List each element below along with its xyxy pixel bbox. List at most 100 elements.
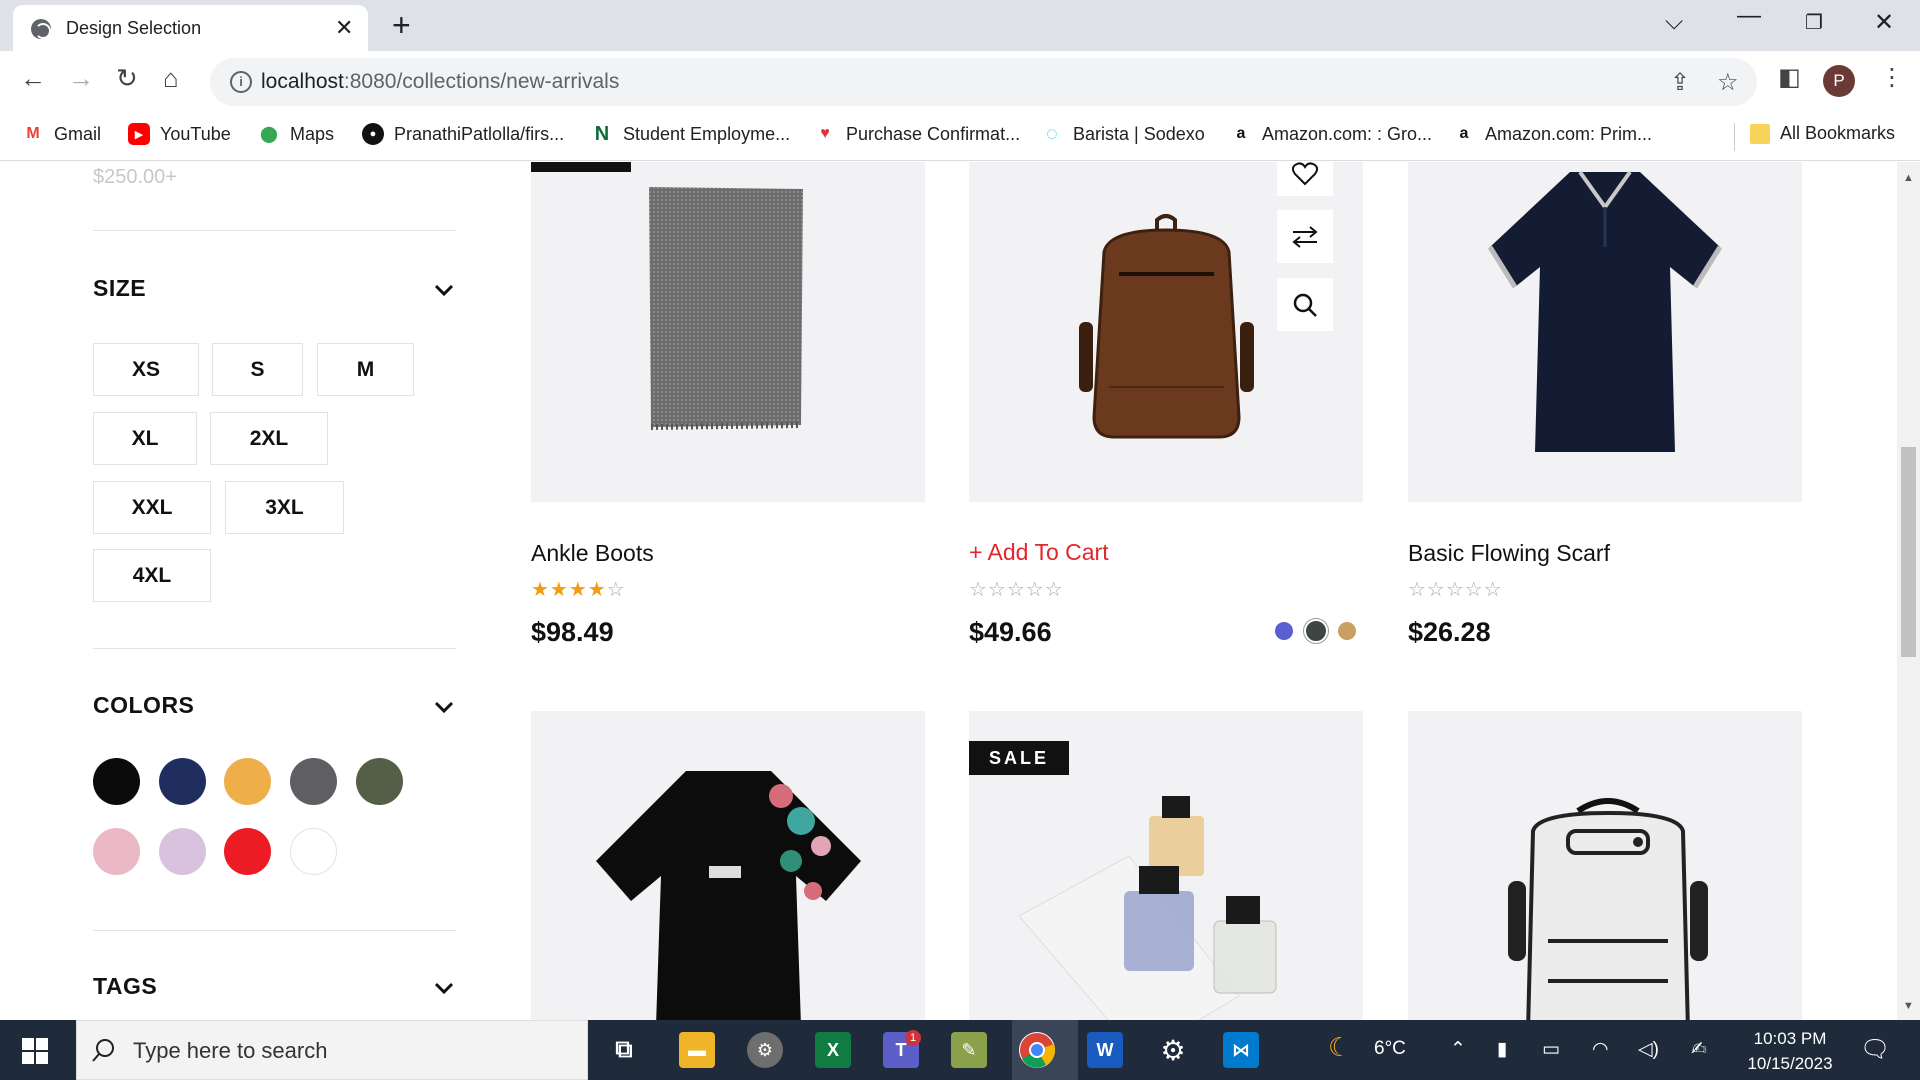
colors-filter-heading[interactable]: COLORS — [93, 692, 194, 719]
wifi-icon[interactable]: ◠ — [1592, 1038, 1609, 1061]
microphone-icon[interactable]: ▮ — [1497, 1038, 1507, 1061]
product-card[interactable]: SALE — [969, 711, 1363, 1020]
scroll-up-icon[interactable]: ▲ — [1903, 172, 1914, 184]
taskbar-search-placeholder[interactable]: Type here to search — [133, 1038, 327, 1064]
word-icon[interactable]: W — [1087, 1032, 1123, 1068]
product-image[interactable] — [1408, 711, 1802, 1020]
color-swatch-mustard[interactable] — [224, 758, 271, 805]
volume-icon[interactable]: ◁) — [1638, 1038, 1659, 1061]
side-panel-icon[interactable]: ◧ — [1778, 63, 1801, 92]
product-name[interactable]: Basic Flowing Scarf — [1408, 540, 1610, 567]
pen-icon[interactable]: ✍ — [1691, 1038, 1707, 1061]
size-xxl[interactable]: XXL — [93, 481, 211, 534]
size-2xl[interactable]: 2XL — [210, 412, 328, 465]
site-info-icon[interactable]: i — [230, 71, 252, 93]
settings-icon[interactable]: ⚙ — [1155, 1032, 1191, 1068]
minimize-icon[interactable]: — — [1737, 2, 1761, 30]
size-4xl[interactable]: 4XL — [93, 549, 211, 602]
product-card[interactable]: Basic Flowing Scarf ☆☆☆☆☆ $26.28 — [1408, 162, 1802, 682]
bookmark-barista-sodexo[interactable]: ◌ Barista | Sodexo — [1041, 123, 1205, 145]
size-xs[interactable]: XS — [93, 343, 199, 396]
scrollbar-thumb[interactable] — [1901, 447, 1916, 657]
chevron-down-icon[interactable] — [433, 977, 455, 999]
wishlist-heart-button[interactable] — [1277, 162, 1333, 196]
color-swatch-red[interactable] — [224, 828, 271, 875]
forward-icon[interactable]: → — [68, 63, 94, 94]
tab-search-chevron-icon[interactable]: ⌵ — [1665, 8, 1683, 36]
bookmark-student-employment[interactable]: N Student Employme... — [591, 123, 790, 145]
paint-icon[interactable]: ✎ — [951, 1032, 987, 1068]
bookmark-amazon-grocery[interactable]: a Amazon.com: : Gro... — [1230, 123, 1433, 145]
browser-tab[interactable]: Design Selection ✕ — [13, 5, 368, 51]
product-color-dot-selected[interactable] — [1304, 619, 1328, 643]
color-swatch-gray[interactable] — [290, 758, 337, 805]
color-swatch-navy[interactable] — [159, 758, 206, 805]
show-hidden-icons-chevron-icon[interactable]: ⌃ — [1450, 1038, 1466, 1061]
system-clock[interactable]: 10:03 PM 10/15/2023 — [1746, 1026, 1834, 1076]
quick-view-button[interactable] — [1277, 278, 1333, 331]
size-xl[interactable]: XL — [93, 412, 197, 465]
reload-icon[interactable]: ↻ — [116, 63, 138, 94]
color-swatch-olive[interactable] — [356, 758, 403, 805]
notifications-icon[interactable]: 🗨 — [1860, 1035, 1890, 1064]
battery-icon[interactable]: ▭ — [1542, 1038, 1560, 1061]
add-to-cart-link[interactable]: + Add To Cart — [969, 539, 1109, 566]
back-icon[interactable]: ← — [20, 63, 46, 94]
product-image[interactable]: SALE — [531, 162, 925, 502]
compare-button[interactable] — [1277, 210, 1333, 263]
bookmark-github[interactable]: ● PranathiPatlolla/firs... — [362, 123, 564, 145]
product-image[interactable] — [531, 711, 925, 1020]
product-card[interactable] — [531, 711, 925, 1020]
weather-temperature[interactable]: 6°C — [1374, 1038, 1406, 1060]
restore-icon[interactable]: ❐ — [1805, 10, 1823, 35]
color-swatch-black[interactable] — [93, 758, 140, 805]
product-image[interactable]: SALE — [969, 711, 1363, 1020]
tags-filter-heading[interactable]: TAGS — [93, 973, 157, 1000]
chevron-down-icon[interactable] — [433, 696, 455, 718]
bookmark-maps[interactable]: ⬤ Maps — [258, 123, 334, 145]
url-text[interactable]: localhost:8080/collections/new-arrivals — [261, 70, 619, 94]
home-icon[interactable]: ⌂ — [163, 63, 179, 94]
size-s[interactable]: S — [212, 343, 303, 396]
menu-kebab-icon[interactable]: ⋮ — [1880, 63, 1904, 92]
product-name[interactable]: Ankle Boots — [531, 540, 654, 567]
page-scrollbar[interactable]: ▲ ▼ — [1897, 162, 1920, 1020]
product-card[interactable]: + Add To Cart ☆☆☆☆☆ $49.66 — [969, 162, 1363, 682]
color-swatch-white[interactable] — [290, 828, 337, 875]
size-m[interactable]: M — [317, 343, 414, 396]
address-bar[interactable]: i localhost:8080/collections/new-arrival… — [210, 58, 1757, 106]
window-close-icon[interactable]: ✕ — [1874, 8, 1894, 37]
bookmark-gmail[interactable]: M Gmail — [22, 123, 101, 145]
bookmark-purchase-confirmation[interactable]: ♥ Purchase Confirmat... — [814, 123, 1020, 145]
amazon-icon: a — [1459, 125, 1469, 142]
file-explorer-icon[interactable]: ▬ — [679, 1032, 715, 1068]
close-tab-icon[interactable]: ✕ — [335, 15, 353, 41]
product-color-dot[interactable] — [1275, 622, 1293, 640]
chrome-icon[interactable] — [1019, 1032, 1055, 1068]
settings-gear-app-icon[interactable]: ⚙ — [747, 1032, 783, 1068]
bookmark-amazon-prime[interactable]: a Amazon.com: Prim... — [1453, 123, 1653, 145]
task-view-icon[interactable]: ⧉ — [606, 1032, 642, 1068]
color-swatch-lavender[interactable] — [159, 828, 206, 875]
weather-icon[interactable]: ☾ — [1328, 1032, 1351, 1063]
share-icon[interactable]: ⇪ — [1670, 68, 1690, 97]
excel-icon[interactable]: X — [815, 1032, 851, 1068]
taskbar-search-box[interactable]: Type here to search — [76, 1020, 588, 1080]
size-filter-heading[interactable]: SIZE — [93, 275, 146, 302]
chevron-down-icon[interactable] — [433, 279, 455, 301]
size-3xl[interactable]: 3XL — [225, 481, 344, 534]
windows-start-icon[interactable] — [22, 1038, 48, 1064]
bookmark-star-icon[interactable]: ☆ — [1717, 68, 1739, 97]
product-card[interactable] — [1408, 711, 1802, 1020]
price-option-250-plus[interactable]: $250.00+ — [93, 166, 177, 189]
vscode-icon[interactable]: ⋈ — [1223, 1032, 1259, 1068]
product-color-dot[interactable] — [1338, 622, 1356, 640]
scroll-down-icon[interactable]: ▼ — [1903, 1000, 1914, 1012]
product-card[interactable]: SALE Ankle Boots ★★★★☆ $98.49 — [531, 162, 925, 682]
color-swatch-pink[interactable] — [93, 828, 140, 875]
bookmark-youtube[interactable]: ▶ YouTube — [128, 123, 231, 145]
bookmark-all-bookmarks[interactable]: All Bookmarks — [1750, 123, 1895, 144]
new-tab-icon[interactable]: + — [392, 7, 411, 44]
profile-avatar[interactable]: P — [1823, 65, 1855, 97]
product-image[interactable] — [1408, 162, 1802, 502]
